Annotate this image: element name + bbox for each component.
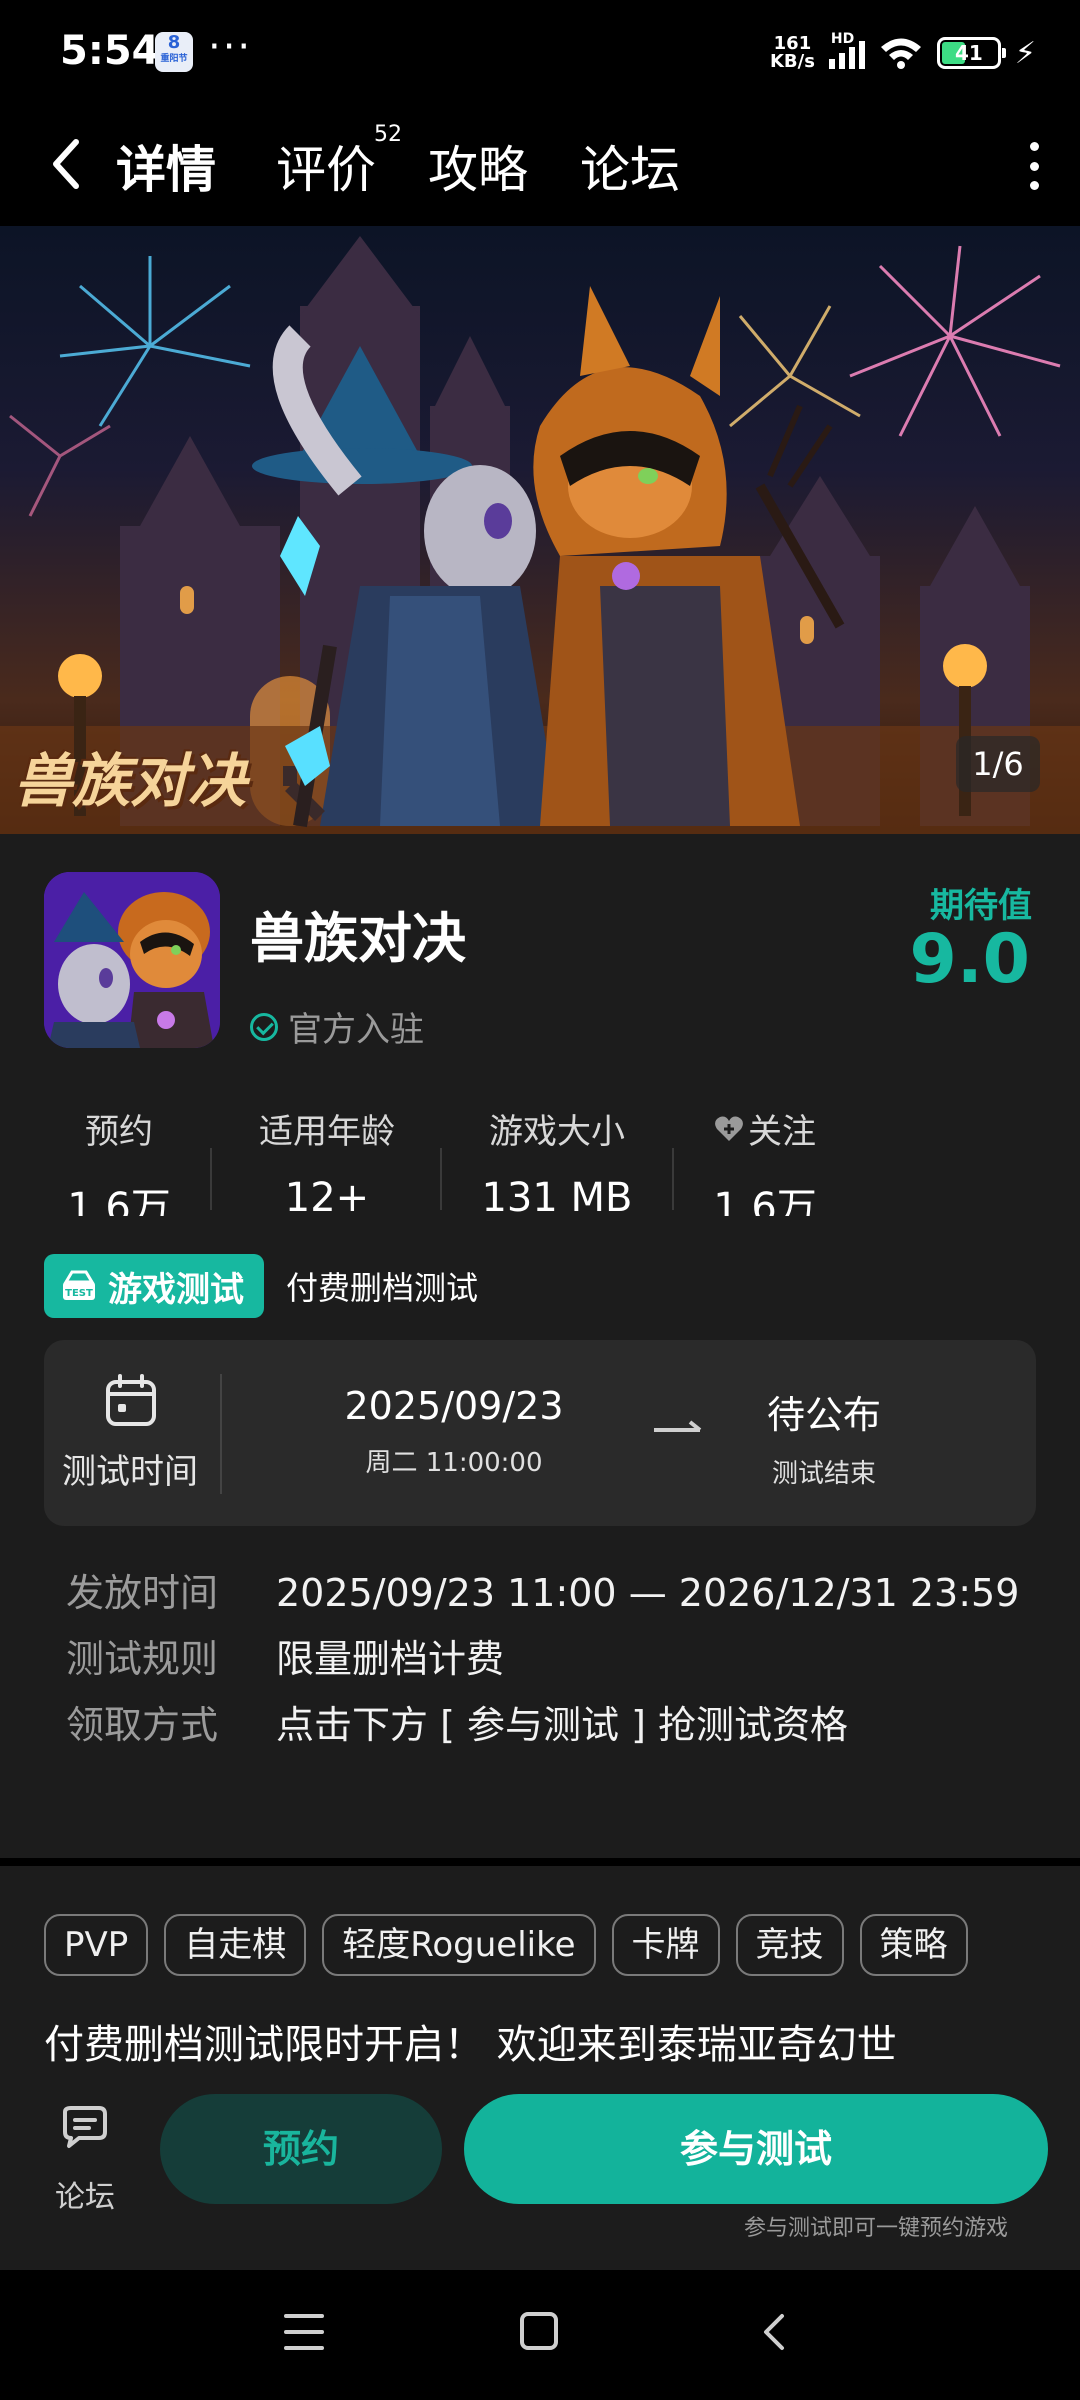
info-row-issue-time: 发放时间 2025/09/23 11:00 — 2026/12/31 23:59 [66, 1560, 1026, 1626]
tag-card[interactable]: 卡牌 [611, 1914, 720, 1976]
stat-label: 预约 [85, 1112, 153, 1152]
info-key: 发放时间 [66, 1571, 219, 1615]
test-time-label: 测试时间 [62, 1452, 198, 1492]
test-icon-text: TEST [65, 1288, 93, 1299]
test-icon: TEST [63, 1270, 95, 1300]
verified-check-icon [250, 1012, 278, 1041]
image-counter: 1/6 [956, 736, 1040, 792]
test-end-label: 测试结束 [771, 1459, 876, 1489]
stat-reservations: 预约 1.6万 [4, 1104, 234, 1216]
tag-auto-chess[interactable]: 自走棋 [164, 1914, 307, 1976]
stat-followers[interactable]: 关注 1.6万 [650, 1104, 880, 1216]
tab-reviews[interactable]: 评价 [276, 130, 376, 202]
calendar-icon [106, 1374, 156, 1426]
stat-value: 131 MB [481, 1175, 633, 1216]
test-start: 2025/09/23 周二 11:00:00 [314, 1384, 594, 1479]
tag-list: PVP 自走棋 轻度Roguelike 卡牌 竞技 策略 [44, 1914, 968, 1976]
recent-apps-icon[interactable] [284, 2314, 324, 2350]
system-back-icon[interactable] [760, 2312, 790, 2352]
network-speed-unit: KB/s [769, 51, 815, 72]
tab-details[interactable]: 详情 [112, 130, 220, 202]
tab-details-label: 详情 [116, 141, 216, 199]
hero-banner[interactable]: 兽族对决 1/6 [0, 226, 1080, 834]
stat-age-rating: 适用年龄 12+ [212, 1104, 442, 1216]
battery-icon: 41 [936, 37, 1006, 69]
stat-value: 1.6万 [713, 1185, 817, 1216]
info-key: 领取方式 [66, 1703, 219, 1747]
tag-strategy[interactable]: 策略 [859, 1914, 968, 1976]
notification-app-icon-number: 8 [167, 32, 181, 53]
stat-label: 关注 [748, 1112, 816, 1152]
notification-app-icon-sub: 重阳节 [160, 54, 188, 64]
home-icon[interactable] [520, 2312, 558, 2350]
battery-level: 41 [955, 41, 983, 65]
info-key: 测试规则 [66, 1637, 219, 1681]
top-navigation: 详情 评价 52 攻略 论坛 [0, 106, 1080, 226]
tab-reviews-label: 评价 [276, 141, 376, 199]
stat-label: 游戏大小 [489, 1112, 625, 1152]
official-verified: 官方入驻 [250, 1002, 424, 1051]
app-name: 兽族对决 [250, 907, 466, 970]
info-row-rules: 测试规则 限量删档计费 [66, 1626, 1026, 1692]
arrow-right-icon [654, 1420, 702, 1432]
cell-signal-icon: HD [828, 31, 865, 69]
tab-guides-label: 攻略 [428, 141, 528, 199]
tab-guides[interactable]: 攻略 [428, 130, 528, 202]
official-label: 官方入驻 [288, 1010, 424, 1050]
notification-app-icon: 8 重阳节 [155, 32, 193, 72]
game-description: 付费删档测试限时开启！ 欢迎来到泰瑞亚奇幻世 [44, 2022, 897, 2068]
stats-row: 预约 1.6万 适用年龄 12+ 游戏大小 131 MB 关注 1.6万 [0, 1104, 1080, 1216]
test-start-date: 2025/09/23 [344, 1384, 564, 1428]
game-test-label: 游戏测试 [108, 1269, 244, 1310]
stat-label: 适用年龄 [259, 1112, 395, 1152]
tag-competitive[interactable]: 竞技 [735, 1914, 844, 1976]
reserve-button[interactable]: 预约 [160, 2094, 442, 2204]
stat-value: 12+ [284, 1175, 370, 1216]
tab-forum[interactable]: 论坛 [580, 130, 680, 202]
game-info-card: 兽族对决 官方入驻 期待值 9.0 预约 1.6万 适用年龄 12+ 游戏大小 … [0, 834, 1080, 1858]
app-icon-art [44, 872, 220, 1048]
notification-more-icon: ··· [208, 24, 253, 70]
tag-pvp[interactable]: PVP [44, 1914, 149, 1976]
info-row-method: 领取方式 点击下方 [ 参与测试 ] 抢测试资格 [66, 1692, 1026, 1758]
forum-button[interactable]: 论坛 [40, 2106, 130, 2216]
charging-icon: ⚡ [1014, 35, 1036, 71]
test-end: 待公布 测试结束 [744, 1384, 904, 1490]
info-value: 限量删档计费 [276, 1637, 505, 1681]
stat-value: 1.6万 [67, 1185, 171, 1216]
test-end-status: 待公布 [766, 1393, 881, 1437]
review-count-badge: 52 [374, 122, 402, 147]
join-test-hint: 参与测试即可一键预约游戏 [743, 2216, 1008, 2241]
info-value: 点击下方 [ 参与测试 ] 抢测试资格 [276, 1703, 848, 1747]
forum-label: 论坛 [55, 2180, 115, 2215]
tab-forum-label: 论坛 [580, 141, 680, 199]
clock: 5:54 [60, 28, 160, 74]
join-test-button[interactable]: 参与测试 [464, 2094, 1048, 2204]
status-bar: 5:54 8 重阳节 ··· 161 KB/s HD 41 ⚡ [0, 0, 1080, 106]
info-value: 2025/09/23 11:00 — 2026/12/31 23:59 [276, 1571, 1020, 1615]
more-options-icon[interactable] [1028, 142, 1040, 190]
back-arrow-icon[interactable] [46, 134, 86, 194]
test-time-box: 测试时间 2025/09/23 周二 11:00:00 待公布 测试结束 [44, 1340, 1036, 1526]
game-logo: 兽族对决 [14, 747, 247, 815]
app-icon [44, 872, 220, 1048]
network-speed: 161 KB/s [770, 35, 815, 71]
divider [220, 1374, 222, 1494]
game-test-badge: TEST 游戏测试 [44, 1254, 264, 1318]
status-icons: 161 KB/s HD 41 ⚡ [770, 30, 1036, 76]
stat-game-size: 游戏大小 131 MB [442, 1104, 672, 1216]
heart-plus-icon [715, 1116, 743, 1141]
test-type: 付费删档测试 [286, 1269, 479, 1307]
tag-roguelike[interactable]: 轻度Roguelike [322, 1914, 596, 1976]
chat-bubble-icon [63, 2106, 107, 2148]
bottom-action-bar: 论坛 预约 参与测试 参与测试即可一键预约游戏 [0, 2086, 1080, 2270]
test-start-time: 周二 11:00:00 [365, 1448, 543, 1478]
system-navigation-bar [0, 2270, 1080, 2400]
expectation-score: 9.0 [909, 920, 1030, 999]
test-info-row: TEST 游戏测试 付费删档测试 [44, 1254, 478, 1318]
test-details: 发放时间 2025/09/23 11:00 — 2026/12/31 23:59… [66, 1560, 1026, 1758]
wifi-icon [880, 38, 921, 69]
network-type-label: HD [830, 31, 855, 47]
